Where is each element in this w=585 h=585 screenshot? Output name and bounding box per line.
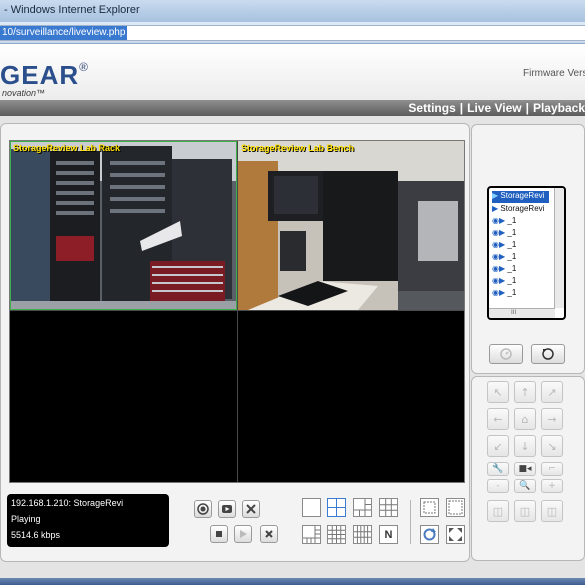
url-field[interactable]: 10/surveillance/liveview.php xyxy=(0,25,585,41)
tools-icon xyxy=(246,504,256,514)
reload-button[interactable] xyxy=(531,344,565,364)
firmware-version: Firmware Versi xyxy=(523,68,585,79)
netgear-logo: GEAR® xyxy=(0,60,89,90)
record-icon xyxy=(197,503,209,515)
ptz-focus-near[interactable]: 🔧 xyxy=(487,462,509,476)
layout-2x2-button[interactable] xyxy=(327,498,346,517)
layout-divider xyxy=(410,500,411,544)
ptz-home[interactable]: ⌂ xyxy=(514,408,536,430)
nav-playback[interactable]: Playback xyxy=(533,101,585,115)
grid-5x5-icon xyxy=(354,526,371,543)
ptz-down[interactable]: ↓ xyxy=(514,435,536,457)
layout-1x1-button[interactable] xyxy=(302,498,321,517)
video-icon xyxy=(222,505,232,513)
grid-1plus7-icon xyxy=(303,526,320,543)
grid-1plus5-icon xyxy=(354,499,371,516)
layout-3x3-button[interactable] xyxy=(379,498,398,517)
nav-live-view[interactable]: Live View xyxy=(467,101,521,115)
grid-divider-horizontal xyxy=(10,310,464,311)
status-bitrate: 5514.6 kbps xyxy=(11,530,61,540)
tagline: novation™ xyxy=(2,88,46,98)
camera-view-empty-3[interactable] xyxy=(10,311,237,482)
camera-list-item[interactable]: ◉▶ _1 xyxy=(492,264,516,276)
layout-4x4-button[interactable] xyxy=(327,525,346,544)
fit-window-icon xyxy=(423,501,436,514)
camera-list-item[interactable]: ◉▶ _1 xyxy=(492,228,516,240)
camera-list-hscrollbar[interactable]: III xyxy=(489,308,555,318)
layout-5x5-button[interactable] xyxy=(353,525,372,544)
preset-1-button[interactable]: ◫ xyxy=(487,500,509,522)
status-source: 192.168.1.210: StorageRevi xyxy=(11,498,124,508)
rack-image xyxy=(10,141,237,310)
grid-4x4-icon xyxy=(328,526,345,543)
browser-titlebar: - Windows Internet Explorer xyxy=(0,0,585,23)
close-icon xyxy=(265,530,273,538)
page-header: GEAR® novation™ Firmware Versi xyxy=(0,44,585,100)
layout-1plus7-button[interactable] xyxy=(302,525,321,544)
preset-3-button[interactable]: ◫ xyxy=(541,500,563,522)
ptz-down-left[interactable]: ↙ xyxy=(487,435,509,457)
snapshot-button[interactable] xyxy=(218,500,236,518)
grid-2x2-icon xyxy=(328,499,345,516)
camera-list-scrollbar[interactable] xyxy=(554,188,564,308)
ptz-up-left[interactable]: ↖ xyxy=(487,381,509,403)
camera-list-item[interactable]: ◉▶ _1 xyxy=(492,276,516,288)
ptz-down-right[interactable]: ↘ xyxy=(541,435,563,457)
window-title: - Windows Internet Explorer xyxy=(4,4,140,16)
taskbar xyxy=(0,578,585,585)
status-state: Playing xyxy=(11,514,41,524)
camera-list[interactable]: ▶ StorageRevi ▶ StorageRevi ◉▶ _1 ◉▶ _1 … xyxy=(487,186,566,320)
url-text[interactable]: 10/surveillance/liveview.php xyxy=(0,26,128,40)
refresh-layout-button[interactable] xyxy=(420,525,439,544)
camera-list-item[interactable]: ◉▶ _1 xyxy=(492,288,516,300)
address-bar: 10/surveillance/liveview.php xyxy=(0,22,585,44)
ptz-up[interactable]: ↑ xyxy=(514,381,536,403)
play-icon xyxy=(240,530,247,538)
record-button[interactable] xyxy=(194,500,212,518)
zoom-in-button[interactable]: + xyxy=(541,479,563,493)
zoom-icon: 🔍 xyxy=(514,479,536,493)
layout-1plus5-button[interactable] xyxy=(353,498,372,517)
stop-icon xyxy=(216,531,222,537)
full-window-button[interactable] xyxy=(446,498,465,517)
nav-settings[interactable]: Settings xyxy=(408,101,455,115)
video-grid: StorageReview Lab Rack StorageReview Lab… xyxy=(9,140,465,483)
refresh-icon xyxy=(423,528,436,541)
stream-status: 192.168.1.210: StorageRevi Playing 5514.… xyxy=(7,494,169,547)
layout-n-button[interactable]: N xyxy=(379,525,398,544)
camera-label-bench: StorageReview Lab Bench xyxy=(241,143,355,153)
history-icon xyxy=(500,348,512,360)
camera-label-rack: StorageReview Lab Rack xyxy=(13,143,121,153)
camera-view-rack[interactable]: StorageReview Lab Rack xyxy=(10,141,237,310)
camera-view-bench[interactable]: StorageReview Lab Bench xyxy=(238,141,464,310)
fullscreen-icon xyxy=(449,528,462,541)
tools-button[interactable] xyxy=(242,500,260,518)
stop-button[interactable] xyxy=(210,525,228,543)
n-icon: N xyxy=(384,528,393,541)
play-button[interactable] xyxy=(234,525,252,543)
camera-list-item[interactable]: ▶ StorageRevi xyxy=(492,204,544,216)
camera-list-item[interactable]: ◉▶ _1 xyxy=(492,216,516,228)
ptz-left[interactable]: ← xyxy=(487,408,509,430)
ptz-up-right[interactable]: ↗ xyxy=(541,381,563,403)
camera-list-item[interactable]: ▶ StorageRevi xyxy=(492,191,549,203)
ptz-camera[interactable]: ■◂ xyxy=(514,462,536,476)
main-nav: Settings | Live View | Playback xyxy=(0,100,585,116)
camera-list-item[interactable]: ◉▶ _1 xyxy=(492,252,516,264)
camera-view-empty-4[interactable] xyxy=(238,311,464,482)
fit-window-button[interactable] xyxy=(420,498,439,517)
reload-icon xyxy=(542,348,554,360)
bench-image xyxy=(238,141,464,310)
ptz-focus-far[interactable]: ⌐ xyxy=(541,462,563,476)
close-stream-button[interactable] xyxy=(260,525,278,543)
grid-divider-vertical xyxy=(237,141,238,482)
grid-3x3-icon xyxy=(380,499,397,516)
history-button[interactable] xyxy=(489,344,523,364)
camera-list-item[interactable]: ◉▶ _1 xyxy=(492,240,516,252)
full-window-icon xyxy=(448,500,463,515)
preset-2-button[interactable]: ◫ xyxy=(514,500,536,522)
zoom-out-button[interactable]: - xyxy=(487,479,509,493)
ptz-right[interactable]: → xyxy=(541,408,563,430)
fullscreen-button[interactable] xyxy=(446,525,465,544)
